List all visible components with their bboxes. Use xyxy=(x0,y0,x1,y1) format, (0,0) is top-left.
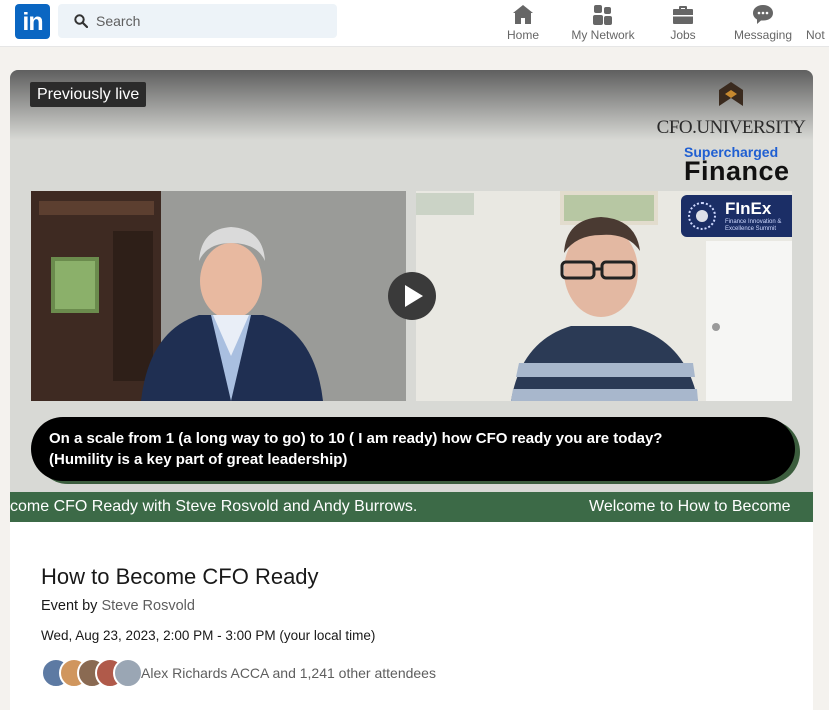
finex-logo: FInEx Finance Innovation & Excellence Su… xyxy=(681,195,792,237)
search-icon xyxy=(74,14,88,28)
nav-notifications-label: Not xyxy=(806,28,825,42)
event-card: Previously live CFO.UNIVERSITY Superchar… xyxy=(10,70,813,710)
nav-messaging-label: Messaging xyxy=(733,28,793,42)
attendees-text[interactable]: Alex Richards ACCA and 1,241 other atten… xyxy=(141,665,436,681)
finex-subtitle: Finance Innovation & Excellence Summit xyxy=(725,219,782,232)
search-box[interactable] xyxy=(58,4,337,38)
previously-live-badge: Previously live xyxy=(30,82,147,107)
nav-my-network-label: My Network xyxy=(571,28,635,42)
ticker-text-left: come CFO Ready with Steve Rosvold and An… xyxy=(10,498,418,515)
nav-messaging[interactable]: Messaging xyxy=(730,0,796,46)
cfo-university-logo: CFO.UNIVERSITY xyxy=(651,82,811,139)
nav-jobs[interactable]: Jobs xyxy=(664,0,702,46)
cfo-university-mark-icon xyxy=(719,82,743,106)
video-player[interactable]: Previously live CFO.UNIVERSITY Superchar… xyxy=(10,70,813,522)
organizer-link[interactable]: Steve Rosvold xyxy=(101,598,195,614)
nav-home[interactable]: Home xyxy=(502,0,544,46)
news-ticker: come CFO Ready with Steve Rosvold and An… xyxy=(10,492,813,522)
nav-my-network[interactable]: My Network xyxy=(566,0,640,46)
avatar xyxy=(113,658,143,688)
speaker-panel-left xyxy=(31,191,406,401)
cfo-university-text: CFO.UNIVERSITY xyxy=(656,117,806,138)
question-line-2: (Humility is a key part of great leaders… xyxy=(49,451,348,468)
linkedin-logo[interactable]: in xyxy=(15,4,50,39)
home-icon xyxy=(513,5,533,24)
question-line-1: On a scale from 1 (a long way to go) to … xyxy=(49,430,663,447)
event-title: How to Become CFO Ready xyxy=(41,564,319,589)
finance-label: Finance xyxy=(684,156,790,186)
nav-home-label: Home xyxy=(506,28,539,42)
finex-name: FInEx xyxy=(725,199,772,218)
briefcase-icon xyxy=(673,6,693,24)
top-nav-bar: in Home My Network Jobs xyxy=(0,0,829,47)
play-button[interactable] xyxy=(388,272,436,320)
network-icon xyxy=(593,5,612,25)
speaker-panel-right: FInEx Finance Innovation & Excellence Su… xyxy=(416,191,792,401)
nav-jobs-label: Jobs xyxy=(670,28,696,42)
play-icon xyxy=(405,285,423,307)
finex-emblem-icon xyxy=(688,202,716,230)
event-by-prefix: Event by xyxy=(41,598,98,614)
speaker-left-image xyxy=(31,191,406,401)
event-organizer: Event by Steve Rosvold xyxy=(41,598,195,614)
ticker-text-right: Welcome to How to Become xyxy=(589,498,791,515)
question-banner: On a scale from 1 (a long way to go) to … xyxy=(31,417,795,481)
nav-notifications[interactable]: Not xyxy=(806,0,829,46)
event-datetime: Wed, Aug 23, 2023, 2:00 PM - 3:00 PM (yo… xyxy=(41,628,376,643)
messaging-icon xyxy=(753,5,773,24)
search-input[interactable] xyxy=(96,4,326,38)
